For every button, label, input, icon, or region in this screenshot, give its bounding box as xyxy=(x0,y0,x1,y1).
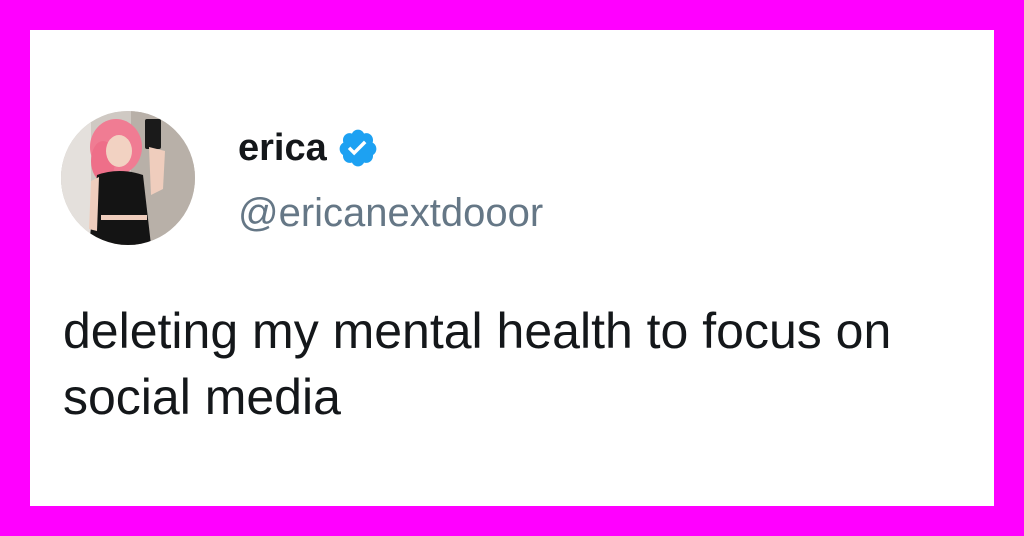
name-row: erica xyxy=(238,126,379,170)
user-handle[interactable]: @ericanextdooor xyxy=(238,190,543,236)
display-name[interactable]: erica xyxy=(238,126,327,170)
tweet-card: erica @ericanextdooor deleting my mental… xyxy=(30,30,994,506)
avatar-photo-icon xyxy=(61,111,195,245)
verified-badge-icon xyxy=(337,127,379,169)
magenta-frame: erica @ericanextdooor deleting my mental… xyxy=(0,0,1024,536)
avatar[interactable] xyxy=(61,111,195,245)
tweet-text: deleting my mental health to focus on so… xyxy=(63,303,892,425)
